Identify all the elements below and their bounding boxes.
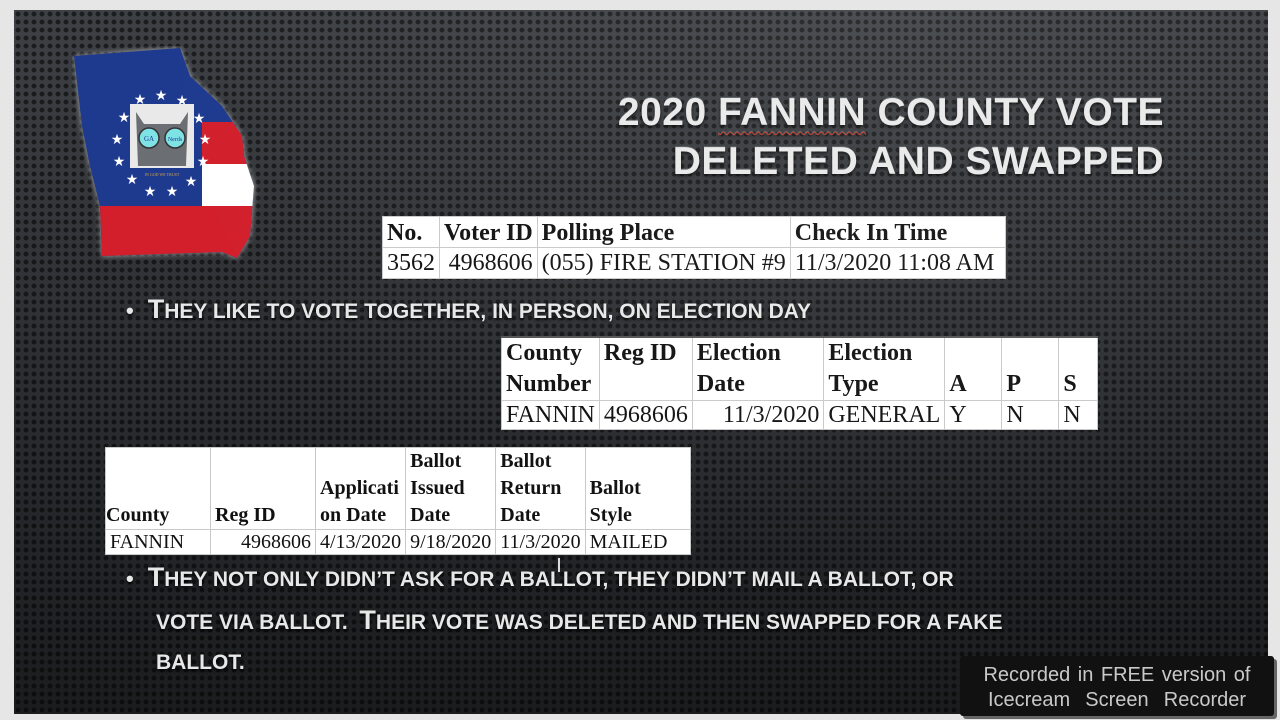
table-row: 3562 4968606 (055) FIRE STATION #9 11/3/… (382, 247, 1007, 279)
cell: 4/13/2020 (314, 529, 407, 555)
cell: 9/18/2020 (405, 529, 497, 555)
table-header-row: No. Voter ID Polling Place Check In Time (382, 216, 1007, 248)
col-header: Reg ID (210, 447, 316, 530)
cell: FANNIN (501, 400, 600, 430)
col-header: No. (382, 216, 440, 248)
election-table: County Number Reg ID Election Date Electio… (501, 336, 1099, 430)
cell: 4968606 (439, 247, 538, 279)
table-row: FANNIN 4968606 11/3/2020 GENERAL Y N N (501, 400, 1099, 430)
cell: 4968606 (210, 529, 316, 555)
bullet-1: • THEY LIKE TO VOTE TOGETHER, IN PERSON, … (126, 294, 812, 324)
cell: MAILED (584, 529, 691, 555)
cell: 3562 (382, 247, 440, 279)
spellcheck-word: FANNIN (718, 91, 867, 134)
cell: N (1001, 400, 1060, 430)
watermark-line-2: Icecream Screen Recorder (987, 689, 1247, 711)
bullet-2: • THEY NOT ONLY DIDN’T ASK FOR A BALLOT, … (126, 558, 1002, 684)
title-line-1: 2020 FANNIN COUNTY VOTE (617, 91, 1164, 134)
cell: Y (944, 400, 1003, 430)
cell: 11/3/2020 (495, 529, 586, 555)
col-header: Polling Place (536, 216, 791, 248)
cell: 4968606 (598, 400, 693, 430)
svg-text:★: ★ (193, 110, 206, 126)
svg-text:★: ★ (166, 183, 179, 199)
checkin-table: No. Voter ID Polling Place Check In Time… (382, 216, 1007, 279)
recorder-watermark: Recorded in FREE version of Icecream Scr… (960, 656, 1274, 716)
lens-text-right: Nerds (168, 137, 183, 143)
absentee-table: County Reg ID Applicati on Date Ballot Iss… (105, 447, 691, 555)
georgia-map-logo: ★ ★ ★ ★ ★ ★ ★ ★ ★ ★ ★ ★ ★ GA Nerds IN GO… (74, 48, 254, 258)
slide-title: 2020 FANNIN COUNTY VOTE DELETED AND SWAP… (618, 88, 1164, 186)
bullet-dot: • (126, 566, 134, 591)
table-row: FANNIN 4968606 4/13/2020 9/18/2020 11/3/… (105, 529, 691, 555)
col-header: Ballot Issued Date (405, 447, 497, 530)
svg-text:★: ★ (185, 173, 198, 189)
svg-text:★: ★ (197, 153, 210, 169)
bullet-2-line-3: BALLOT. (156, 651, 245, 674)
bullet-2-line-2: VOTE VIA BALLOT. THEIR VOTE WAS DELETED … (156, 605, 1003, 635)
col-header: S (1058, 336, 1099, 401)
svg-text:★: ★ (199, 131, 212, 147)
col-header: A (944, 336, 1003, 401)
col-header: Ballot Style (584, 447, 691, 530)
cell: 11/3/2020 (691, 400, 825, 430)
col-header: County (105, 447, 211, 530)
bullet-2-line-1: • THEY NOT ONLY DIDN’T ASK FOR A BALLOT, … (126, 562, 954, 592)
cell: N (1058, 400, 1099, 430)
bullet-dot: • (126, 298, 134, 323)
svg-text:★: ★ (111, 131, 124, 147)
col-header: Election Type (823, 336, 946, 401)
cell: (055) FIRE STATION #9 (536, 247, 791, 279)
col-header: Check In Time (789, 216, 1007, 248)
motto: IN GOD WE TRUST (145, 172, 180, 177)
svg-text:★: ★ (126, 171, 139, 187)
col-header: County Number (501, 336, 600, 401)
svg-text:★: ★ (144, 183, 157, 199)
title-line-2: DELETED AND SWAPPED (672, 140, 1164, 183)
table-header-row: County Reg ID Applicati on Date Ballot Iss… (105, 447, 691, 530)
cell: 11/3/2020 11:08 AM (789, 247, 1007, 279)
lens-text-left: GA (144, 135, 154, 143)
col-header: Ballot Return Date (495, 447, 586, 530)
col-header: Election Date (691, 336, 825, 401)
cell: GENERAL (823, 400, 946, 430)
table-header-row: County Number Reg ID Election Date Electio… (501, 336, 1099, 401)
watermark-line-1: Recorded in FREE version of (983, 664, 1251, 686)
col-header: Voter ID (439, 216, 538, 248)
col-header: Reg ID (598, 336, 693, 401)
svg-text:★: ★ (118, 109, 131, 125)
cell: FANNIN (105, 529, 211, 555)
col-header: Applicati on Date (314, 447, 407, 530)
svg-text:★: ★ (155, 87, 168, 103)
text-cursor (558, 558, 560, 572)
slide: ★ ★ ★ ★ ★ ★ ★ ★ ★ ★ ★ ★ ★ GA Nerds IN GO… (14, 10, 1268, 714)
col-header: P (1001, 336, 1060, 401)
svg-text:★: ★ (113, 153, 126, 169)
